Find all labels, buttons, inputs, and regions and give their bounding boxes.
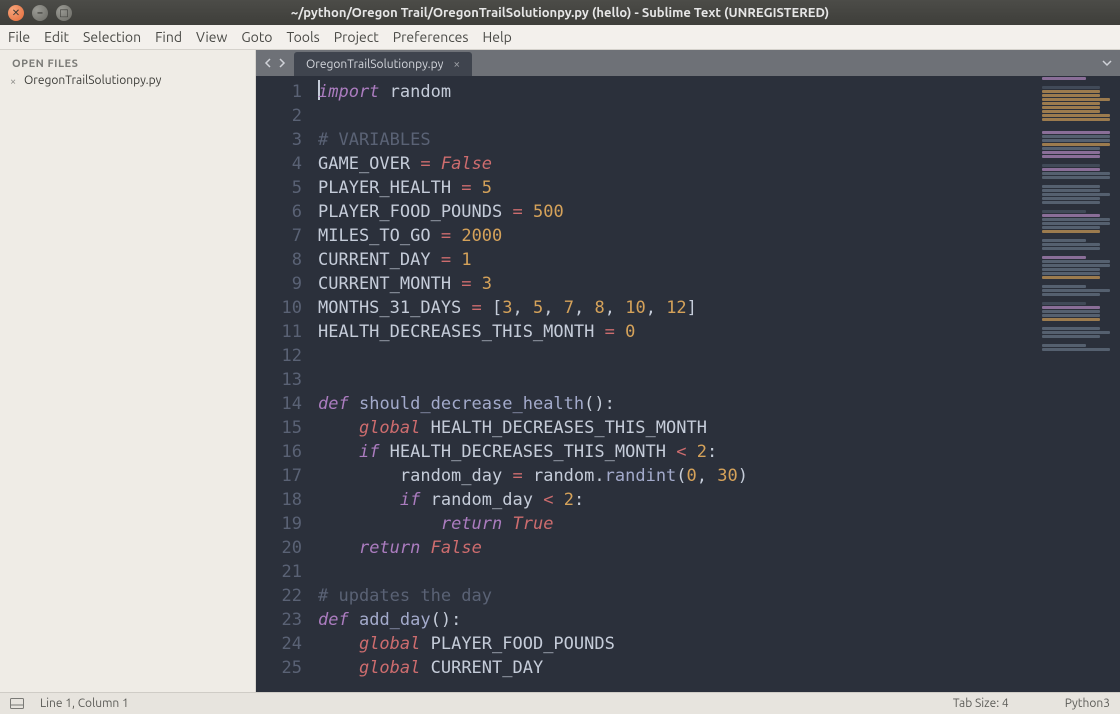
menu-file[interactable]: File: [8, 29, 30, 45]
code-line[interactable]: [318, 560, 1036, 584]
line-number: 3: [256, 128, 302, 152]
menu-tools[interactable]: Tools: [287, 29, 320, 45]
code-line[interactable]: # updates the day: [318, 584, 1036, 608]
editor-pane: OregonTrailSolutionpy.py × 1234567891011…: [256, 50, 1120, 692]
code-line[interactable]: HEALTH_DECREASES_THIS_MONTH = 0: [318, 320, 1036, 344]
menu-help[interactable]: Help: [482, 29, 511, 45]
code-line[interactable]: MILES_TO_GO = 2000: [318, 224, 1036, 248]
main-area: OPEN FILES × OregonTrailSolutionpy.py Or…: [0, 50, 1120, 692]
code-line[interactable]: global PLAYER_FOOD_POUNDS: [318, 632, 1036, 656]
maximize-icon[interactable]: □: [56, 5, 72, 21]
line-number: 8: [256, 248, 302, 272]
status-tab-size[interactable]: Tab Size: 4: [953, 697, 1009, 710]
code-area[interactable]: import random # VARIABLESGAME_OVER = Fals…: [314, 76, 1036, 692]
code-line[interactable]: import random: [318, 80, 1036, 104]
line-number: 16: [256, 440, 302, 464]
line-number: 6: [256, 200, 302, 224]
line-number: 24: [256, 632, 302, 656]
code-line[interactable]: [318, 344, 1036, 368]
line-number: 14: [256, 392, 302, 416]
chevron-down-icon: [1102, 58, 1112, 68]
window-controls: ✕ – □: [0, 5, 80, 21]
line-number: 10: [256, 296, 302, 320]
menu-selection[interactable]: Selection: [83, 29, 141, 45]
sidebar: OPEN FILES × OregonTrailSolutionpy.py: [0, 50, 256, 692]
line-number: 5: [256, 176, 302, 200]
code-line[interactable]: def add_day():: [318, 608, 1036, 632]
minimap[interactable]: [1036, 76, 1120, 692]
line-number: 11: [256, 320, 302, 344]
line-number: 19: [256, 512, 302, 536]
line-number: 17: [256, 464, 302, 488]
code-line[interactable]: return False: [318, 536, 1036, 560]
menu-view[interactable]: View: [196, 29, 227, 45]
code-line[interactable]: # VARIABLES: [318, 128, 1036, 152]
panel-switcher-icon[interactable]: [10, 698, 24, 709]
code-line[interactable]: PLAYER_FOOD_POUNDS = 500: [318, 200, 1036, 224]
close-icon[interactable]: ×: [10, 76, 16, 88]
status-bar: Line 1, Column 1 Tab Size: 4 Python3: [0, 692, 1120, 714]
line-number: 21: [256, 560, 302, 584]
minimize-icon[interactable]: –: [32, 5, 48, 21]
line-number: 2: [256, 104, 302, 128]
code-line[interactable]: MONTHS_31_DAYS = [3, 5, 7, 8, 10, 12]: [318, 296, 1036, 320]
title-bar: ✕ – □ ~/python/Oregon Trail/OregonTrailS…: [0, 0, 1120, 25]
code-line[interactable]: CURRENT_MONTH = 3: [318, 272, 1036, 296]
line-number: 13: [256, 368, 302, 392]
tab-overflow[interactable]: [1094, 50, 1120, 76]
menu-edit[interactable]: Edit: [44, 29, 69, 45]
tab-active[interactable]: OregonTrailSolutionpy.py ×: [294, 52, 472, 76]
code-line[interactable]: if HEALTH_DECREASES_THIS_MONTH < 2:: [318, 440, 1036, 464]
menu-preferences[interactable]: Preferences: [393, 29, 469, 45]
code-line[interactable]: def should_decrease_health():: [318, 392, 1036, 416]
close-icon[interactable]: ✕: [8, 5, 24, 21]
line-number-gutter: 1234567891011121314151617181920212223242…: [256, 76, 314, 692]
sidebar-file-item[interactable]: × OregonTrailSolutionpy.py: [0, 72, 255, 89]
tab-history-nav[interactable]: [256, 50, 294, 76]
line-number: 22: [256, 584, 302, 608]
line-number: 4: [256, 152, 302, 176]
code-line[interactable]: CURRENT_DAY = 1: [318, 248, 1036, 272]
chevron-right-icon[interactable]: [276, 58, 286, 68]
code-line[interactable]: global HEALTH_DECREASES_THIS_MONTH: [318, 416, 1036, 440]
code-line[interactable]: GAME_OVER = False: [318, 152, 1036, 176]
code-line[interactable]: global CURRENT_DAY: [318, 656, 1036, 680]
line-number: 25: [256, 656, 302, 680]
line-number: 1: [256, 80, 302, 104]
line-number: 23: [256, 608, 302, 632]
code-line[interactable]: random_day = random.randint(0, 30): [318, 464, 1036, 488]
line-number: 12: [256, 344, 302, 368]
code-line[interactable]: [318, 368, 1036, 392]
code-line[interactable]: [318, 104, 1036, 128]
line-number: 7: [256, 224, 302, 248]
sidebar-heading-open-files: OPEN FILES: [0, 56, 255, 72]
status-position[interactable]: Line 1, Column 1: [40, 697, 129, 710]
close-icon[interactable]: ×: [453, 58, 460, 71]
menu-project[interactable]: Project: [334, 29, 379, 45]
code-line[interactable]: PLAYER_HEALTH = 5: [318, 176, 1036, 200]
status-syntax[interactable]: Python3: [1065, 697, 1110, 710]
line-number: 9: [256, 272, 302, 296]
tab-bar: OregonTrailSolutionpy.py ×: [256, 50, 1120, 76]
menu-goto[interactable]: Goto: [241, 29, 272, 45]
menu-find[interactable]: Find: [155, 29, 182, 45]
code-line[interactable]: if random_day < 2:: [318, 488, 1036, 512]
tab-label: OregonTrailSolutionpy.py: [306, 58, 443, 71]
chevron-left-icon[interactable]: [264, 58, 274, 68]
line-number: 15: [256, 416, 302, 440]
line-number: 18: [256, 488, 302, 512]
code-editor[interactable]: 1234567891011121314151617181920212223242…: [256, 76, 1120, 692]
menu-bar: File Edit Selection Find View Goto Tools…: [0, 25, 1120, 50]
window-title: ~/python/Oregon Trail/OregonTrailSolutio…: [80, 6, 1120, 20]
code-line[interactable]: return True: [318, 512, 1036, 536]
sidebar-file-label: OregonTrailSolutionpy.py: [24, 74, 161, 87]
line-number: 20: [256, 536, 302, 560]
